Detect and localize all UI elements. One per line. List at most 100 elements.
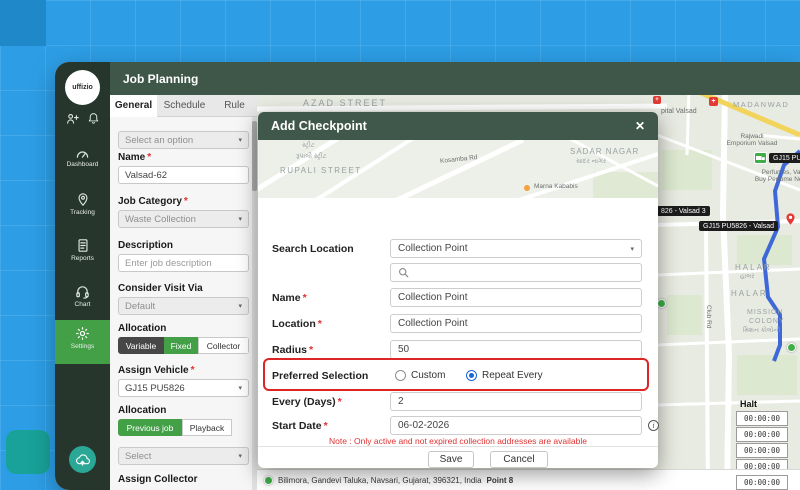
- chevron-down-icon: ▾: [238, 136, 242, 144]
- checkpoint-location-row: Location* Collection Point: [258, 314, 658, 334]
- cloud-upload-button[interactable]: [69, 446, 96, 473]
- hospital-marker-icon[interactable]: +: [709, 97, 718, 106]
- save-button[interactable]: Save: [428, 451, 474, 468]
- checkpoint-location-input[interactable]: Collection Point: [390, 314, 642, 333]
- modal-note: Note : Only active and not expired colle…: [258, 436, 658, 446]
- allocation2-option-playback[interactable]: Playback: [182, 419, 232, 436]
- map-label-mission-1: MISSION: [747, 309, 784, 316]
- decor-square-bottom: [6, 430, 50, 474]
- decor-square-top: [0, 0, 46, 46]
- option-select-value: Select an option: [125, 135, 193, 146]
- search-icon: [398, 267, 409, 278]
- tab-schedule[interactable]: Schedule: [157, 95, 212, 117]
- sidebar-item-chart[interactable]: Chart: [55, 284, 110, 308]
- map-label-halar-1-gu: હાલર: [740, 273, 755, 281]
- page-title: Job Planning: [123, 72, 198, 86]
- sidebar-item-label: Tracking: [55, 209, 110, 216]
- map-label-club-rd: Club Rd: [705, 305, 712, 328]
- info-icon[interactable]: i: [648, 420, 659, 431]
- bottom-select-value: Select: [125, 451, 151, 462]
- allocation-segmented: Variable Fixed Collector: [118, 337, 249, 354]
- map-poi-green-2[interactable]: [787, 343, 796, 352]
- red-pin-icon[interactable]: [784, 211, 797, 227]
- name-input[interactable]: Valsad-62: [118, 166, 249, 184]
- modal-map-preview[interactable]: સ્ટ્રીટ રૂપાલી સ્ટ્રીટ RUPALI STREET Kos…: [258, 140, 658, 198]
- sidebar-item-label: Reports: [55, 255, 110, 262]
- location-search-input[interactable]: [390, 263, 642, 282]
- map-label-halar-1: HALAR: [735, 263, 772, 272]
- every-days-input[interactable]: 2: [390, 392, 642, 411]
- modal-header: Add Checkpoint ✕: [258, 112, 658, 140]
- description-label: Description: [118, 240, 175, 251]
- close-icon[interactable]: ✕: [635, 119, 645, 133]
- allocation-option-variable[interactable]: Variable: [118, 337, 164, 354]
- map-poi-red-icon[interactable]: +: [653, 96, 661, 104]
- job-category-label: Job Category*: [118, 196, 188, 207]
- map-poi-green-1[interactable]: [657, 299, 666, 308]
- allocation2-segmented: Previous job Playback: [118, 419, 249, 436]
- sidebar-item-label: Settings: [55, 343, 110, 350]
- halt-time-cell: 00:00:00: [736, 443, 788, 458]
- checkpoint-name-input[interactable]: Collection Point: [390, 288, 642, 307]
- every-days-row: Every (Days)* 2: [258, 392, 658, 412]
- checkpoint-point-name: Point 8: [487, 476, 514, 485]
- preferred-selection-row: Preferred Selection Custom Repeat Every: [258, 366, 658, 386]
- radius-input[interactable]: 50: [390, 340, 642, 359]
- job-category-select[interactable]: Waste Collection ▾: [118, 210, 249, 228]
- search-location-select[interactable]: Collection Point ▾: [390, 239, 642, 258]
- repeat-every-radio[interactable]: [466, 370, 477, 381]
- allocation2-option-previous-job[interactable]: Previous job: [118, 419, 182, 436]
- truck-icon: [756, 155, 765, 162]
- allocation2-label: Allocation: [118, 405, 166, 416]
- vehicle-chip-top[interactable]: GJ15 PU5826: [769, 153, 800, 163]
- radius-row: Radius* 50: [258, 340, 658, 360]
- allocation-option-fixed[interactable]: Fixed: [164, 337, 198, 354]
- consider-visit-via-select[interactable]: Default ▾: [118, 297, 249, 315]
- modal-title: Add Checkpoint: [271, 119, 635, 133]
- map-label-azad-street: AZAD STREET: [303, 98, 387, 108]
- custom-radio[interactable]: [395, 370, 406, 381]
- assign-vehicle-label: Assign Vehicle*: [118, 365, 195, 376]
- map-label-hospital: pital Valsad: [661, 108, 697, 115]
- vehicle-truck-marker[interactable]: [754, 152, 767, 164]
- tab-rule[interactable]: Rule: [212, 95, 257, 117]
- cancel-button[interactable]: Cancel: [490, 451, 548, 468]
- sidebar-item-settings[interactable]: Settings: [55, 320, 110, 364]
- bottom-select[interactable]: Select ▾: [118, 447, 249, 465]
- marna-poi-dot-icon: [524, 185, 530, 191]
- uffizio-logo[interactable]: uffizio: [65, 70, 100, 105]
- checkpoint-address-row[interactable]: Bilimora, Gandevi Taluka, Navsari, Gujar…: [257, 469, 800, 490]
- add-user-icon[interactable]: [66, 112, 79, 125]
- sidebar-item-label: Chart: [55, 301, 110, 308]
- halt-time-cell: 00:00:00: [736, 475, 788, 490]
- description-input[interactable]: Enter job description: [118, 254, 249, 272]
- tracking-pin-icon: [76, 192, 90, 207]
- allocation-option-collector[interactable]: Collector: [198, 337, 249, 354]
- checkpoint-name-value: Collection Point: [398, 292, 467, 303]
- map-label-madanwad: MADANWAD: [733, 100, 789, 109]
- window-header: Job Planning: [110, 62, 800, 95]
- repeat-every-radio-label[interactable]: Repeat Every: [482, 366, 543, 386]
- sidebar-item-reports[interactable]: Reports: [55, 238, 110, 262]
- modal-map-marna: Marna Kababis: [534, 183, 578, 190]
- tab-general[interactable]: General: [110, 95, 157, 117]
- option-select[interactable]: Select an option ▾: [118, 131, 249, 149]
- sidebar-item-dashboard[interactable]: Dashboard: [55, 146, 110, 168]
- name-value: Valsad-62: [125, 170, 167, 181]
- vehicle-chip-mid[interactable]: 826 - Valsad 3: [657, 206, 710, 216]
- vehicle-chip-low[interactable]: GJ15 PU5826 - Valsad: [699, 221, 778, 231]
- start-date-input[interactable]: 06-02-2026: [390, 416, 642, 435]
- preferred-selection-label: Preferred Selection: [272, 366, 368, 386]
- modal-map-sadar-gu: સાદર નાગર: [576, 158, 606, 166]
- logo-text: uffizio: [72, 84, 93, 91]
- search-location-label: Search Location: [272, 239, 354, 259]
- start-date-row: Start Date* 06-02-2026 i: [258, 416, 658, 436]
- search-location-row: Search Location Collection Point ▾: [258, 239, 658, 259]
- reports-document-icon: [76, 238, 90, 253]
- assign-vehicle-select[interactable]: GJ15 PU5826 ▾: [118, 379, 249, 397]
- sidebar-item-tracking[interactable]: Tracking: [55, 192, 110, 216]
- assign-vehicle-value: GJ15 PU5826: [125, 383, 185, 394]
- notifications-bell-icon[interactable]: [87, 112, 100, 125]
- custom-radio-label[interactable]: Custom: [411, 366, 445, 386]
- modal-map-sadar: SADAR NAGAR: [570, 147, 639, 156]
